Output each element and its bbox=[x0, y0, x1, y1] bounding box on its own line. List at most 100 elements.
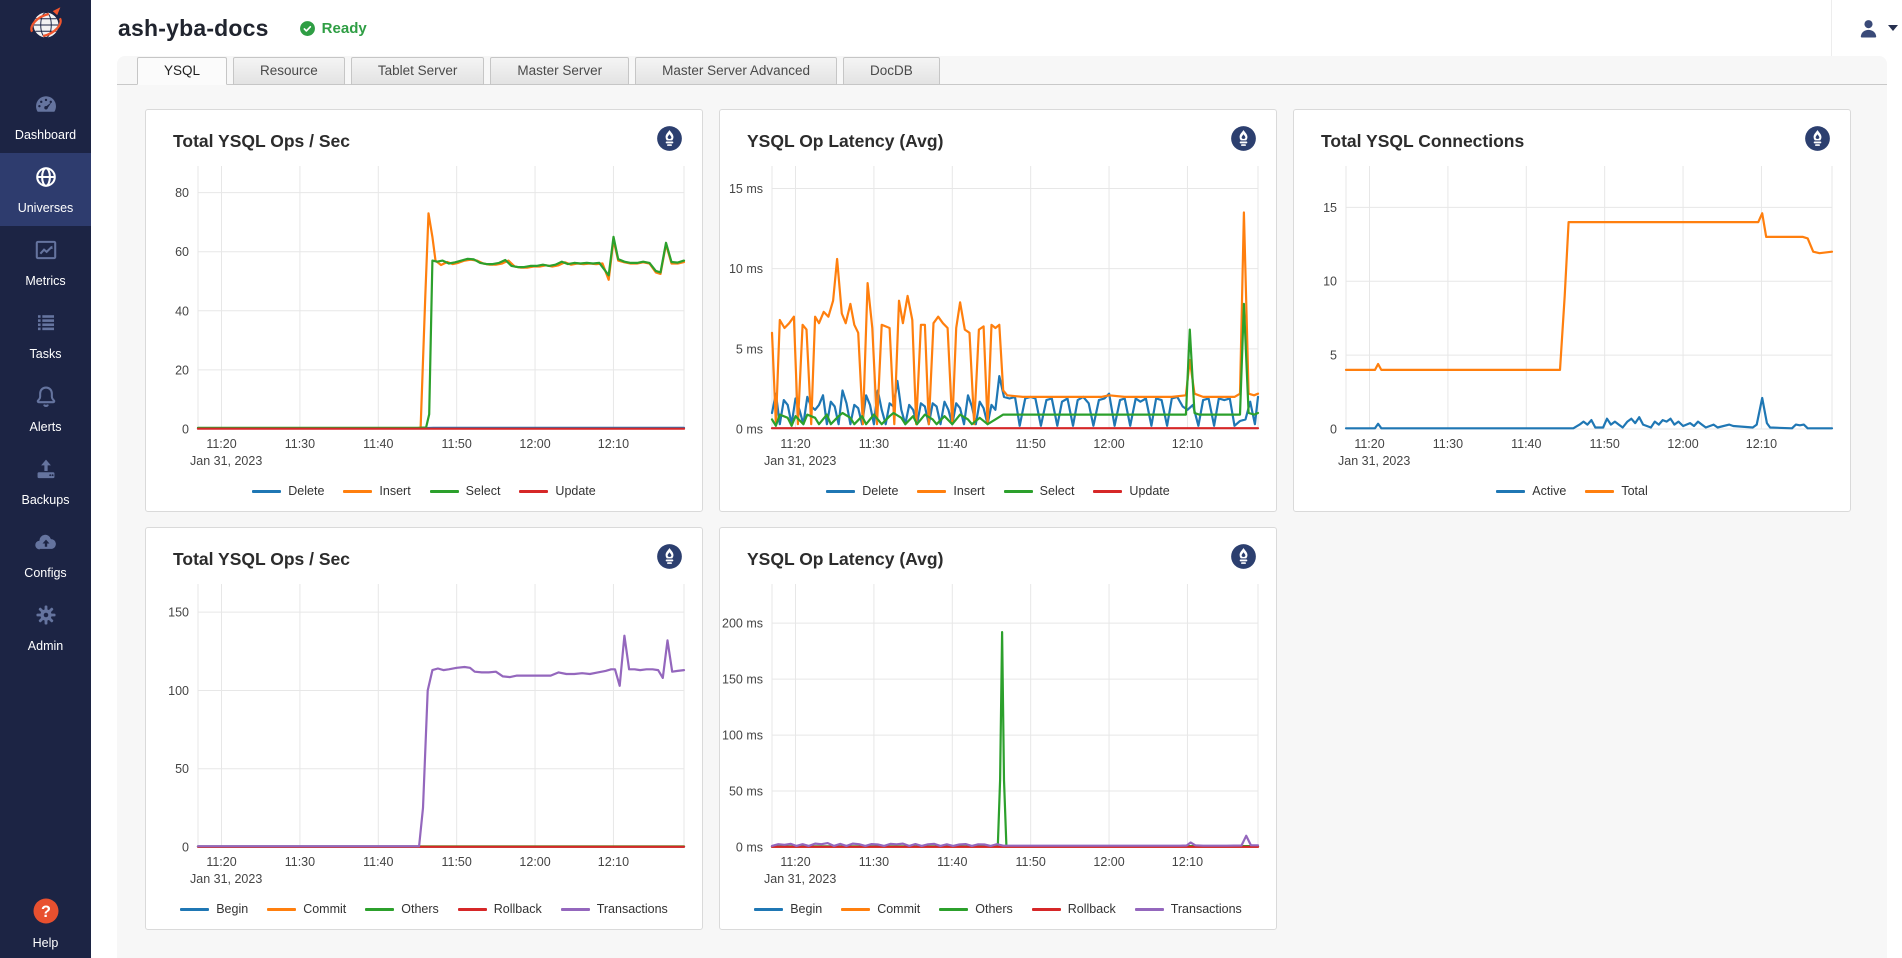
svg-text:12:10: 12:10 bbox=[1172, 437, 1203, 451]
legend-swatch bbox=[561, 908, 590, 911]
svg-text:5 ms: 5 ms bbox=[736, 342, 763, 356]
plot-area[interactable]: 02040608011:2011:3011:4011:5012:0012:10J… bbox=[146, 154, 702, 473]
svg-text:11:20: 11:20 bbox=[206, 437, 236, 451]
legend-item-commit[interactable]: Commit bbox=[267, 902, 346, 916]
sidebar-item-dashboard[interactable]: Dashboard bbox=[0, 80, 91, 153]
svg-text:20: 20 bbox=[175, 363, 189, 377]
legend-item-delete[interactable]: Delete bbox=[826, 484, 898, 498]
svg-text:11:50: 11:50 bbox=[1015, 855, 1045, 869]
svg-text:?: ? bbox=[41, 903, 51, 921]
svg-text:11:40: 11:40 bbox=[937, 855, 967, 869]
legend-swatch bbox=[1585, 490, 1614, 493]
legend-item-rollback[interactable]: Rollback bbox=[458, 902, 542, 916]
chart-title: Total YSQL Connections bbox=[1321, 131, 1850, 152]
sidebar-item-backups[interactable]: Backups bbox=[0, 445, 91, 518]
tab-master-server-advanced[interactable]: Master Server Advanced bbox=[635, 57, 837, 85]
prometheus-icon[interactable] bbox=[1804, 125, 1831, 152]
legend-item-rollback[interactable]: Rollback bbox=[1032, 902, 1116, 916]
sidebar-nav: Dashboard Universes bbox=[0, 80, 91, 664]
legend-swatch bbox=[430, 490, 459, 493]
sidebar-item-label: Dashboard bbox=[15, 128, 76, 142]
legend-item-select[interactable]: Select bbox=[430, 484, 501, 498]
svg-text:11:50: 11:50 bbox=[441, 437, 471, 451]
tab-tablet-server[interactable]: Tablet Server bbox=[351, 57, 485, 85]
svg-text:12:10: 12:10 bbox=[598, 855, 629, 869]
legend-item-update[interactable]: Update bbox=[519, 484, 595, 498]
legend-item-active[interactable]: Active bbox=[1496, 484, 1566, 498]
legend-item-transactions[interactable]: Transactions bbox=[561, 902, 668, 916]
prometheus-icon[interactable] bbox=[656, 543, 683, 570]
chart-title: Total YSQL Ops / Sec bbox=[173, 549, 702, 570]
tab-ysql[interactable]: YSQL bbox=[137, 57, 227, 85]
plot-area[interactable]: 05010015011:2011:3011:4011:5012:0012:10J… bbox=[146, 572, 702, 891]
chart-card: Total YSQL Ops / Sec 05010015011:2011:30… bbox=[145, 527, 703, 930]
svg-text:Jan 31, 2023: Jan 31, 2023 bbox=[190, 454, 262, 468]
user-menu[interactable] bbox=[1831, 0, 1898, 56]
chart-card: Total YSQL Connections 05101511:2011:301… bbox=[1293, 109, 1851, 512]
sidebar-item-metrics[interactable]: Metrics bbox=[0, 226, 91, 299]
svg-text:Jan 31, 2023: Jan 31, 2023 bbox=[1338, 454, 1410, 468]
sidebar: Dashboard Universes bbox=[0, 0, 91, 958]
sidebar-item-help[interactable]: ? Help bbox=[0, 896, 91, 950]
plot-area[interactable]: 0 ms50 ms100 ms150 ms200 ms11:2011:3011:… bbox=[720, 572, 1276, 891]
sidebar-item-admin[interactable]: Admin bbox=[0, 591, 91, 664]
legend-swatch bbox=[1004, 490, 1033, 493]
chart-title: YSQL Op Latency (Avg) bbox=[747, 131, 1276, 152]
svg-text:12:10: 12:10 bbox=[1746, 437, 1777, 451]
legend-item-insert[interactable]: Insert bbox=[343, 484, 410, 498]
legend-item-delete[interactable]: Delete bbox=[252, 484, 324, 498]
svg-text:12:10: 12:10 bbox=[1172, 855, 1203, 869]
tab-master-server[interactable]: Master Server bbox=[490, 57, 629, 85]
svg-text:11:20: 11:20 bbox=[1354, 437, 1384, 451]
legend-item-begin[interactable]: Begin bbox=[180, 902, 248, 916]
legend-item-begin[interactable]: Begin bbox=[754, 902, 822, 916]
legend-swatch bbox=[1135, 908, 1164, 911]
prometheus-icon[interactable] bbox=[656, 125, 683, 152]
legend-item-others[interactable]: Others bbox=[939, 902, 1013, 916]
sidebar-item-alerts[interactable]: Alerts bbox=[0, 372, 91, 445]
svg-text:5: 5 bbox=[1330, 349, 1337, 363]
chart-card: YSQL Op Latency (Avg) 0 ms5 ms10 ms15 ms… bbox=[719, 109, 1277, 512]
legend-swatch bbox=[754, 908, 783, 911]
prometheus-icon[interactable] bbox=[1230, 125, 1257, 152]
status-label: Ready bbox=[322, 20, 367, 37]
svg-text:200 ms: 200 ms bbox=[722, 617, 763, 631]
legend-swatch bbox=[458, 908, 487, 911]
svg-text:Jan 31, 2023: Jan 31, 2023 bbox=[764, 454, 836, 468]
svg-text:11:30: 11:30 bbox=[285, 855, 315, 869]
svg-text:11:20: 11:20 bbox=[206, 855, 236, 869]
legend-item-select[interactable]: Select bbox=[1004, 484, 1075, 498]
sidebar-item-label: Tasks bbox=[30, 347, 62, 361]
svg-text:11:30: 11:30 bbox=[859, 855, 889, 869]
svg-text:Jan 31, 2023: Jan 31, 2023 bbox=[764, 872, 836, 886]
legend-swatch bbox=[1032, 908, 1061, 911]
sidebar-item-universes[interactable]: Universes bbox=[0, 153, 91, 226]
chart-legend: Begin Commit Others Rollback Transactions bbox=[146, 902, 702, 929]
plot-area[interactable]: 0 ms5 ms10 ms15 ms11:2011:3011:4011:5012… bbox=[720, 154, 1276, 473]
legend-item-update[interactable]: Update bbox=[1093, 484, 1169, 498]
legend-item-transactions[interactable]: Transactions bbox=[1135, 902, 1242, 916]
metrics-panel: YSQL Resource Tablet Server Master Serve… bbox=[117, 56, 1887, 958]
svg-text:11:30: 11:30 bbox=[859, 437, 889, 451]
legend-swatch bbox=[841, 908, 870, 911]
legend-swatch bbox=[365, 908, 394, 911]
legend-item-commit[interactable]: Commit bbox=[841, 902, 920, 916]
sidebar-item-configs[interactable]: Configs bbox=[0, 518, 91, 591]
svg-text:11:20: 11:20 bbox=[780, 855, 810, 869]
sidebar-item-tasks[interactable]: Tasks bbox=[0, 299, 91, 372]
svg-text:10: 10 bbox=[1323, 275, 1337, 289]
tab-docdb[interactable]: DocDB bbox=[843, 57, 940, 85]
legend-item-insert[interactable]: Insert bbox=[917, 484, 984, 498]
svg-text:11:50: 11:50 bbox=[441, 855, 471, 869]
plot-area[interactable]: 05101511:2011:3011:4011:5012:0012:10Jan … bbox=[1294, 154, 1850, 473]
tab-resource[interactable]: Resource bbox=[233, 57, 345, 85]
yugabyte-logo[interactable] bbox=[0, 0, 91, 54]
prometheus-icon[interactable] bbox=[1230, 543, 1257, 570]
metrics-tabbar: YSQL Resource Tablet Server Master Serve… bbox=[117, 56, 1887, 85]
legend-item-total[interactable]: Total bbox=[1585, 484, 1647, 498]
legend-swatch bbox=[343, 490, 372, 493]
user-icon bbox=[1856, 16, 1881, 41]
legend-swatch bbox=[917, 490, 946, 493]
legend-item-others[interactable]: Others bbox=[365, 902, 439, 916]
svg-text:11:30: 11:30 bbox=[1433, 437, 1463, 451]
